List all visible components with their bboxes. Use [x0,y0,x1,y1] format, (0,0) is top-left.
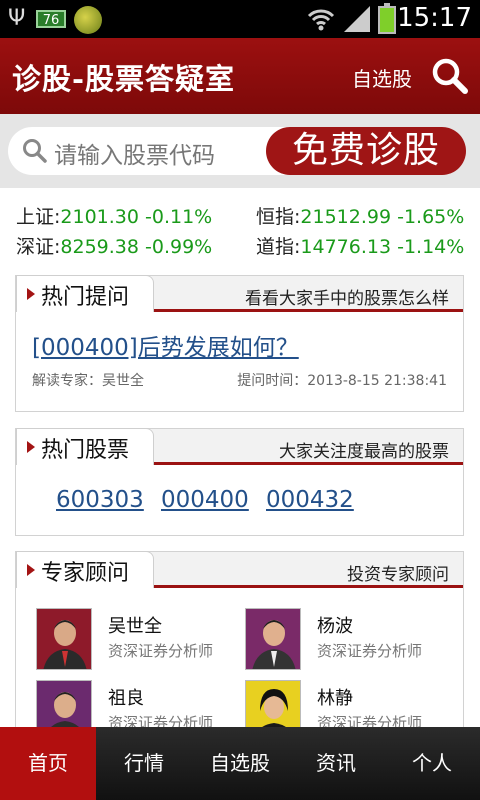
bottom-nav: 首页 行情 自选股 资讯 个人 [0,727,480,800]
index-hangseng: 恒指:21512.99 -1.65% [256,202,464,229]
index-label: 道指: [256,236,301,258]
avatar [36,608,92,670]
question-link[interactable]: [000400]后势发展如何？ [32,328,299,362]
nav-profile[interactable]: 个人 [384,727,480,800]
expert-card[interactable]: 吴世全 资深证券分析师 [36,608,236,670]
index-value: 21512.99 -1.65% [300,206,465,228]
index-label: 上证: [16,206,61,228]
stock-code-input[interactable]: 请输入股票代码 [8,127,308,175]
app-header: 诊股-股票答疑室 自选股 [0,38,480,114]
index-dow: 道指:14776.13 -1.14% [256,232,464,259]
nav-watchlist[interactable]: 自选股 [192,727,288,800]
expert-name: 杨波 [317,616,353,637]
panel-subtitle: 大家关注度最高的股票 [279,442,449,462]
expert-card[interactable]: 杨波 资深证券分析师 [245,608,445,670]
question-expert: 解读专家：吴世全 [32,373,144,389]
battery-notification-icon: 76 [36,10,66,28]
nav-market[interactable]: 行情 [96,727,192,800]
hot-stocks-panel: 热门股票 大家关注度最高的股票 600303 000400 000432 [15,428,464,536]
nav-home[interactable]: 首页 [0,727,96,800]
index-shanghai: 上证:2101.30 -0.11% [16,202,212,229]
battery-icon [378,3,396,34]
arrow-icon [27,288,35,300]
free-diagnose-button[interactable]: 免费诊股 [266,127,466,175]
question-time: 提问时间：2013-8-15 21:38:41 [237,373,447,389]
index-label: 恒指: [256,206,301,228]
index-shenzhen: 深证:8259.38 -0.99% [16,232,212,259]
index-value: 8259.38 -0.99% [60,236,213,258]
app-notification-icon [74,6,102,34]
clock: 15:17 [397,3,472,33]
expert-name: 林静 [317,688,353,709]
search-placeholder: 请输入股票代码 [54,143,215,169]
search-icon [23,139,47,163]
panel-title: 专家顾问 [41,561,130,586]
index-value: 14776.13 -1.14% [300,236,465,258]
panel-tab: 热门提问 [16,275,154,312]
search-icon[interactable] [430,56,470,96]
index-value: 2101.30 -0.11% [60,206,213,228]
panel-tab: 热门股票 [16,428,154,465]
market-indices: 上证:2101.30 -0.11% 恒指:21512.99 -1.65% 深证:… [16,202,466,262]
watchlist-button[interactable]: 自选股 [352,63,412,92]
page-title: 诊股-股票答疑室 [12,62,236,96]
status-bar: Ψ 76 15:17 [0,0,480,38]
expert-name: 吴世全 [108,616,162,637]
index-label: 深证: [16,236,61,258]
signal-icon [344,6,370,32]
nav-news[interactable]: 资讯 [288,727,384,800]
experts-panel: 专家顾问 投资专家顾问 吴世全 资深证券分析师 杨波 资深证券分析师 祖良 资深… [15,551,464,742]
arrow-icon [27,564,35,576]
stock-code-link[interactable]: 000400 [161,487,249,513]
expert-role: 资深证券分析师 [317,642,423,660]
hot-questions-panel: 热门提问 看看大家手中的股票怎么样 [000400]后势发展如何？ 解读专家：吴… [15,275,464,412]
panel-subtitle: 看看大家手中的股票怎么样 [245,289,449,309]
panel-title: 热门提问 [41,285,130,310]
panel-title: 热门股票 [41,438,130,463]
expert-name: 祖良 [108,688,144,709]
avatar [245,608,301,670]
wifi-icon [307,9,335,31]
stock-code-link[interactable]: 600303 [56,487,144,513]
search-bar: 请输入股票代码 免费诊股 [0,114,480,188]
arrow-icon [27,441,35,453]
expert-role: 资深证券分析师 [108,642,214,660]
panel-subtitle: 投资专家顾问 [347,565,449,585]
stock-code-link[interactable]: 000432 [266,487,354,513]
panel-tab: 专家顾问 [16,551,154,588]
usb-icon: Ψ [8,6,26,31]
